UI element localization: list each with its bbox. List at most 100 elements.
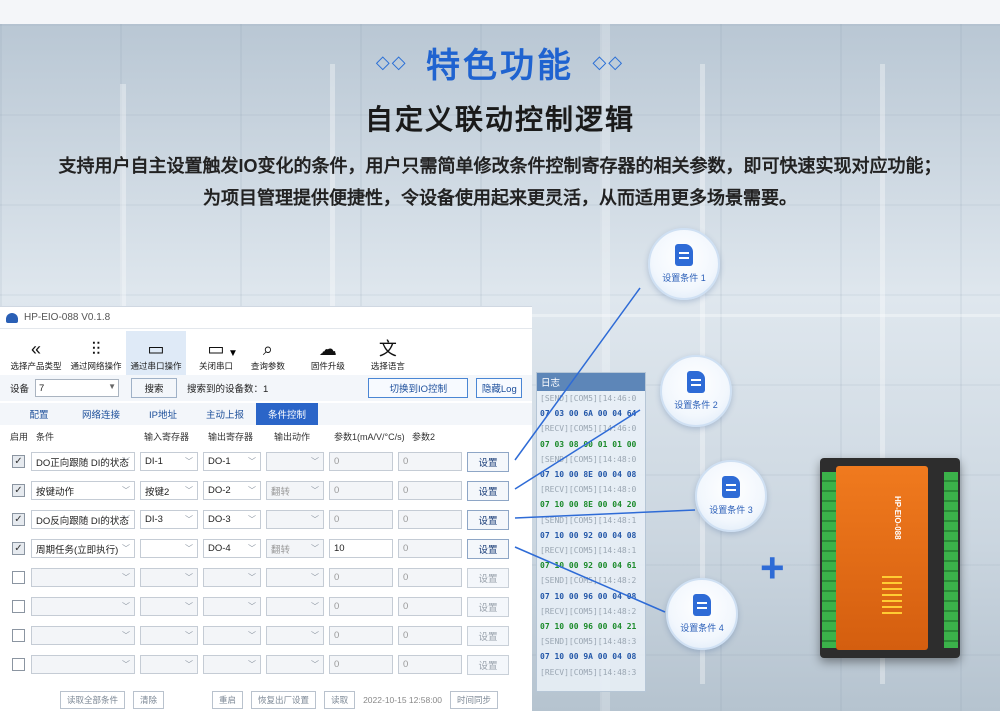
- input-register-select[interactable]: ﹀: [140, 539, 198, 558]
- input-register-select-value: DI-1: [145, 456, 163, 467]
- dropdown-arrow-icon[interactable]: ▼: [228, 348, 238, 359]
- device-select[interactable]: 7 ▼: [35, 379, 120, 397]
- tool-query-params[interactable]: ⌕ 查询参数: [238, 331, 298, 375]
- condition-select[interactable]: ﹀: [31, 655, 135, 674]
- param2-input[interactable]: 0: [398, 539, 462, 558]
- enable-checkbox[interactable]: ✓: [12, 484, 25, 497]
- chevron-down-icon: ﹀: [122, 660, 130, 669]
- tab-network[interactable]: 网络连接: [70, 403, 132, 425]
- output-register-select[interactable]: DO-4 ﹀: [203, 539, 261, 558]
- enable-checkbox[interactable]: [12, 571, 25, 584]
- set-button[interactable]: 设置: [467, 567, 509, 588]
- output-action-select[interactable]: ﹀: [266, 655, 324, 674]
- param1-input[interactable]: 0: [329, 597, 393, 616]
- input-register-select[interactable]: DI-1 ﹀: [140, 452, 198, 471]
- output-action-select[interactable]: ﹀: [266, 597, 324, 616]
- input-register-select[interactable]: 按键2 ﹀: [140, 481, 198, 500]
- read-button[interactable]: 读取: [324, 691, 356, 709]
- hide-log-button[interactable]: 隐藏Log: [476, 378, 523, 398]
- input-register-select[interactable]: DI-3 ﹀: [140, 510, 198, 529]
- output-action-select[interactable]: ﹀: [266, 452, 324, 471]
- output-register-select[interactable]: DO-3 ﹀: [203, 510, 261, 529]
- condition-select[interactable]: DO反向跟随 DI的状态 ﹀: [31, 510, 135, 529]
- enable-checkbox[interactable]: ✓: [12, 455, 25, 468]
- param2-input[interactable]: 0: [398, 481, 462, 500]
- tab-condition-control[interactable]: 条件控制: [256, 403, 318, 425]
- input-register-select[interactable]: ﹀: [140, 626, 198, 645]
- param1-input-value: 0: [334, 659, 340, 670]
- output-action-select[interactable]: ﹀: [266, 510, 324, 529]
- time-sync-button[interactable]: 时间同步: [450, 691, 499, 709]
- param1-input[interactable]: 0: [329, 568, 393, 587]
- tab-ip[interactable]: IP地址: [132, 403, 194, 425]
- read-all-button[interactable]: 读取全部条件: [60, 691, 126, 709]
- param1-input[interactable]: 0: [329, 626, 393, 645]
- enable-checkbox[interactable]: [12, 629, 25, 642]
- set-button[interactable]: 设置: [467, 654, 509, 675]
- set-button[interactable]: 设置: [467, 451, 509, 472]
- param1-input[interactable]: 0: [329, 655, 393, 674]
- log-panel: 日志 [SEND][COM5][14:46:0 07 03 00 6A 00 04…: [536, 372, 646, 692]
- output-action-select[interactable]: 翻转 ﹀: [266, 539, 324, 558]
- device-model-label: HP-EIO-088: [893, 496, 902, 540]
- param2-input[interactable]: 0: [398, 510, 462, 529]
- condition-select[interactable]: ﹀: [31, 568, 135, 587]
- set-button[interactable]: 设置: [467, 480, 509, 501]
- switch-io-button[interactable]: 切换到IO控制: [368, 378, 469, 398]
- param2-input[interactable]: 0: [398, 597, 462, 616]
- param2-input[interactable]: 0: [398, 655, 462, 674]
- factory-reset-button[interactable]: 恢复出厂设置: [251, 691, 317, 709]
- clear-button[interactable]: 清除: [133, 691, 165, 709]
- search-button[interactable]: 搜索: [131, 378, 178, 398]
- param2-input[interactable]: 0: [398, 568, 462, 587]
- bubble-label: 设置条件 4: [680, 623, 724, 633]
- input-register-select[interactable]: ﹀: [140, 568, 198, 587]
- enable-checkbox[interactable]: ✓: [12, 513, 25, 526]
- tab-report[interactable]: 主动上报: [194, 403, 256, 425]
- condition-select[interactable]: 周期任务(立即执行) ﹀: [31, 539, 135, 558]
- set-button[interactable]: 设置: [467, 596, 509, 617]
- tool-network-operate[interactable]: ⫶⫶ 通过网络操作: [66, 331, 126, 375]
- output-action-select[interactable]: ﹀: [266, 568, 324, 587]
- tool-select-language[interactable]: 文 选择语言: [358, 331, 418, 375]
- set-button[interactable]: 设置: [467, 538, 509, 559]
- chevron-down-icon: ﹀: [122, 515, 130, 524]
- output-register-select[interactable]: ﹀: [203, 568, 261, 587]
- param2-input[interactable]: 0: [398, 452, 462, 471]
- enable-checkbox[interactable]: [12, 600, 25, 613]
- input-register-select[interactable]: ﹀: [140, 597, 198, 616]
- param2-input[interactable]: 0: [398, 626, 462, 645]
- condition-select[interactable]: ﹀: [31, 626, 135, 645]
- condition-bubble-2: 设置条件 2: [660, 355, 732, 427]
- output-register-select[interactable]: DO-2 ﹀: [203, 481, 261, 500]
- enable-checkbox[interactable]: [12, 658, 25, 671]
- output-register-select[interactable]: ﹀: [203, 597, 261, 616]
- condition-select[interactable]: ﹀: [31, 597, 135, 616]
- device-select-value: 7: [39, 382, 45, 394]
- output-register-select[interactable]: DO-1 ﹀: [203, 452, 261, 471]
- enable-checkbox[interactable]: ✓: [12, 542, 25, 555]
- output-action-select[interactable]: 翻转 ﹀: [266, 481, 324, 500]
- restart-button[interactable]: 重启: [212, 691, 244, 709]
- param1-input[interactable]: 0: [329, 510, 393, 529]
- input-register-select[interactable]: ﹀: [140, 655, 198, 674]
- log-lines: [SEND][COM5][14:46:0 07 03 00 6A 00 04 64…: [537, 391, 645, 680]
- tool-firmware-upgrade[interactable]: ☁ 固件升级: [298, 331, 358, 375]
- app-window: HP-EIO-088 V0.1.8 « 选择产品类型 ⫶⫶ 通过网络操作 ▭ 通…: [0, 306, 532, 711]
- condition-select[interactable]: 按键动作 ﹀: [31, 481, 135, 500]
- param1-input[interactable]: 0: [329, 481, 393, 500]
- tab-config[interactable]: 配置: [8, 403, 70, 425]
- set-button[interactable]: 设置: [467, 625, 509, 646]
- col-output-reg: 输出寄存器: [208, 431, 254, 442]
- output-register-select-value: DO-4: [208, 543, 231, 554]
- tool-select-product[interactable]: « 选择产品类型: [6, 331, 66, 375]
- param1-input[interactable]: 10: [329, 539, 393, 558]
- tool-serial-operate[interactable]: ▭ 通过串口操作: [126, 331, 186, 375]
- output-register-select[interactable]: ﹀: [203, 626, 261, 645]
- output-register-select-value: DO-2: [208, 485, 231, 496]
- output-register-select[interactable]: ﹀: [203, 655, 261, 674]
- set-button[interactable]: 设置: [467, 509, 509, 530]
- output-action-select[interactable]: ﹀: [266, 626, 324, 645]
- condition-select[interactable]: DO正向跟随 DI的状态 ﹀: [31, 452, 135, 471]
- param1-input[interactable]: 0: [329, 452, 393, 471]
